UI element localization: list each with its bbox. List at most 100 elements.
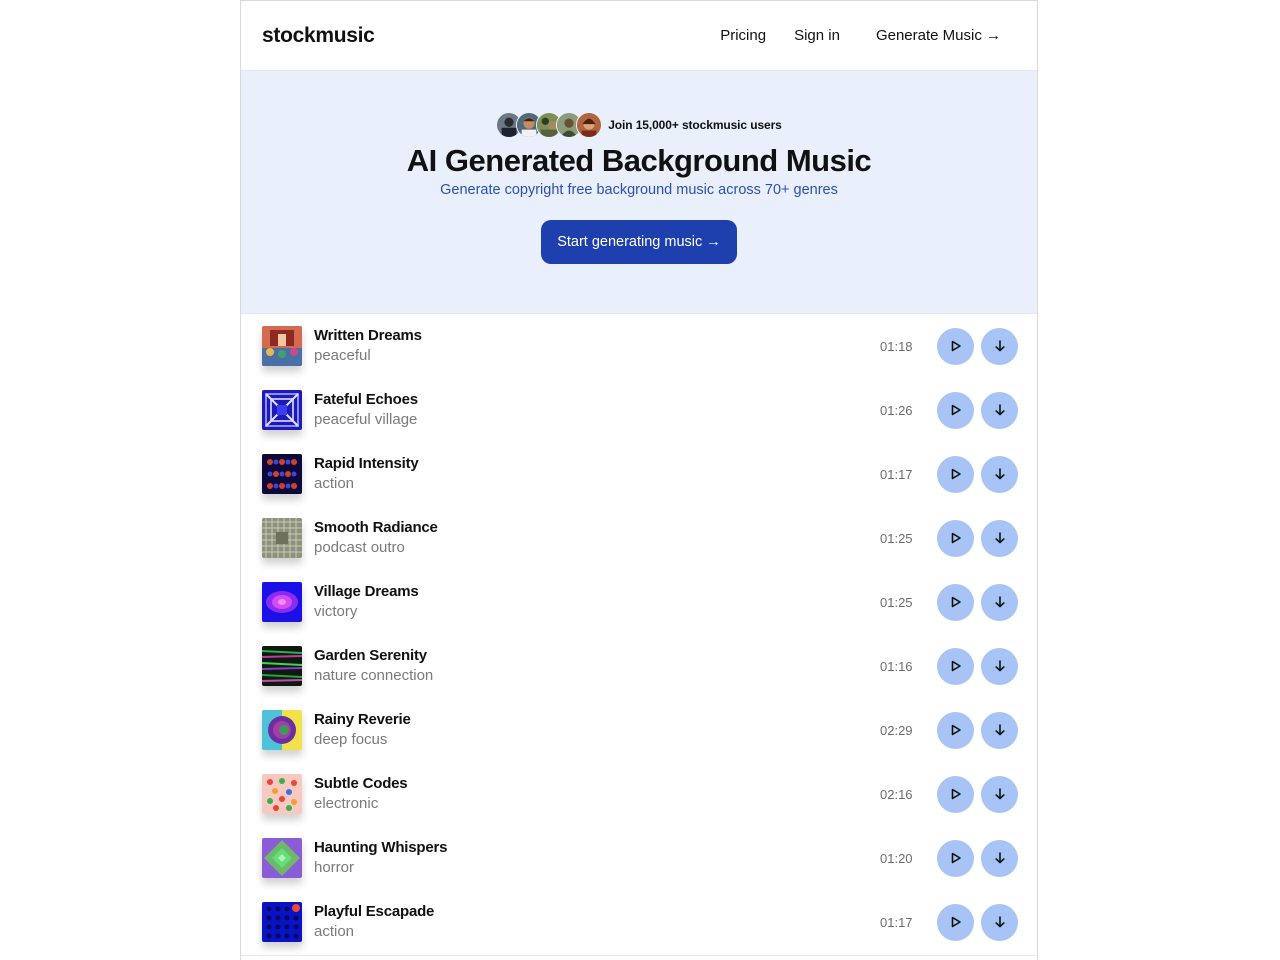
track-title[interactable]: Haunting Whispers: [314, 838, 447, 858]
track-cover-image: [262, 518, 302, 558]
download-button[interactable]: [981, 327, 1018, 365]
nav-bar: Pricing Sign in Generate Music →: [720, 21, 1017, 50]
track-meta: Rapid Intensity action: [314, 454, 419, 494]
logo[interactable]: stockmusic: [262, 24, 375, 48]
track-meta: Haunting Whispers horror: [314, 838, 447, 878]
list-bottom-divider: [241, 955, 1037, 956]
track-row: Smooth Radiance podcast outro 01:25: [241, 506, 1037, 570]
play-button[interactable]: [937, 839, 974, 877]
track-meta: Rainy Reverie deep focus: [314, 710, 411, 750]
social-proof-text: Join 15,000+ stockmusic users: [608, 118, 782, 132]
track-duration: 01:18: [880, 338, 913, 354]
nav-pricing-link[interactable]: Pricing: [720, 27, 766, 44]
track-title[interactable]: Fateful Echoes: [314, 390, 418, 410]
play-button[interactable]: [937, 519, 974, 557]
download-arrow-icon: [994, 852, 1005, 864]
track-genre: action: [314, 923, 355, 940]
track-genre: peaceful: [314, 347, 371, 364]
track-meta: Subtle Codes electronic: [314, 774, 408, 814]
track-cover-image: [262, 390, 302, 430]
track-meta: Fateful Echoes peaceful village: [314, 390, 418, 430]
track-duration: 01:17: [880, 466, 913, 482]
track-title[interactable]: Subtle Codes: [314, 774, 408, 794]
track-row: Playful Escapade action 01:17: [241, 890, 1037, 954]
track-genre: horror: [314, 859, 355, 876]
play-button[interactable]: [937, 775, 974, 813]
track-genre: deep focus: [314, 731, 388, 748]
download-arrow-icon: [994, 788, 1005, 800]
play-button[interactable]: [937, 711, 974, 749]
track-row: Garden Serenity nature connection 01:16: [241, 634, 1037, 698]
track-duration: 01:26: [880, 402, 913, 418]
download-arrow-icon: [994, 404, 1005, 416]
download-arrow-icon: [994, 468, 1005, 480]
social-proof: Join 15,000+ stockmusic users: [496, 111, 782, 139]
track-cover-image: [262, 710, 302, 750]
track-cover-image: [262, 326, 302, 366]
play-icon: [951, 532, 961, 544]
track-duration: 02:16: [880, 786, 913, 802]
track-genre: action: [314, 475, 355, 492]
track-title[interactable]: Smooth Radiance: [314, 518, 438, 538]
track-title[interactable]: Garden Serenity: [314, 646, 433, 666]
play-button[interactable]: [937, 583, 974, 621]
track-title[interactable]: Rainy Reverie: [314, 710, 411, 730]
play-button[interactable]: [937, 455, 974, 493]
track-genre: peaceful village: [314, 411, 418, 428]
track-title[interactable]: Playful Escapade: [314, 902, 434, 922]
play-icon: [951, 788, 961, 800]
download-button[interactable]: [981, 775, 1018, 813]
track-cover-image: [262, 774, 302, 814]
play-icon: [951, 404, 961, 416]
play-icon: [951, 660, 961, 672]
download-button[interactable]: [981, 839, 1018, 877]
play-button[interactable]: [937, 903, 974, 941]
download-button[interactable]: [981, 519, 1018, 557]
track-duration: 01:17: [880, 914, 913, 930]
download-button[interactable]: [981, 647, 1018, 685]
page-subtitle: Generate copyright free background music…: [440, 182, 838, 198]
page-frame: stockmusic Pricing Sign in Generate Musi…: [240, 0, 1038, 960]
track-duration: 02:29: [880, 722, 913, 738]
track-row: Village Dreams victory 01:25: [241, 570, 1037, 634]
download-button[interactable]: [981, 583, 1018, 621]
track-meta: Smooth Radiance podcast outro: [314, 518, 438, 558]
download-arrow-icon: [994, 596, 1005, 608]
track-cover-image: [262, 454, 302, 494]
track-meta: Garden Serenity nature connection: [314, 646, 433, 686]
play-icon: [951, 468, 961, 480]
track-row: Haunting Whispers horror 01:20: [241, 826, 1037, 890]
play-button[interactable]: [937, 327, 974, 365]
track-meta: Village Dreams victory: [314, 582, 419, 622]
track-row: Rainy Reverie deep focus 02:29: [241, 698, 1037, 762]
nav-generate-music-button[interactable]: Generate Music →: [860, 21, 1017, 50]
track-duration: 01:20: [880, 850, 913, 866]
download-button[interactable]: [981, 903, 1018, 941]
start-generating-button[interactable]: Start generating music →: [541, 220, 737, 264]
hero-section: Join 15,000+ stockmusic users AI Generat…: [241, 71, 1037, 314]
track-title[interactable]: Written Dreams: [314, 326, 422, 346]
track-row: Fateful Echoes peaceful village 01:26: [241, 378, 1037, 442]
download-arrow-icon: [994, 724, 1005, 736]
track-list: Written Dreams peaceful 01:18 Fateful Ec…: [241, 314, 1037, 954]
play-button[interactable]: [937, 647, 974, 685]
track-cover-image: [262, 582, 302, 622]
play-icon: [951, 916, 961, 928]
track-title[interactable]: Village Dreams: [314, 582, 419, 602]
track-row: Rapid Intensity action 01:17: [241, 442, 1037, 506]
download-arrow-icon: [994, 340, 1005, 352]
download-button[interactable]: [981, 391, 1018, 429]
play-icon: [951, 340, 961, 352]
track-duration: 01:25: [880, 594, 913, 610]
play-icon: [951, 724, 961, 736]
download-button[interactable]: [981, 711, 1018, 749]
user-avatars: [496, 112, 603, 138]
track-genre: podcast outro: [314, 539, 405, 556]
track-title[interactable]: Rapid Intensity: [314, 454, 419, 474]
nav-signin-link[interactable]: Sign in: [794, 27, 840, 44]
play-icon: [951, 596, 961, 608]
play-button[interactable]: [937, 391, 974, 429]
track-genre: nature connection: [314, 667, 434, 684]
track-row: Written Dreams peaceful 01:18: [241, 314, 1037, 378]
download-button[interactable]: [981, 455, 1018, 493]
